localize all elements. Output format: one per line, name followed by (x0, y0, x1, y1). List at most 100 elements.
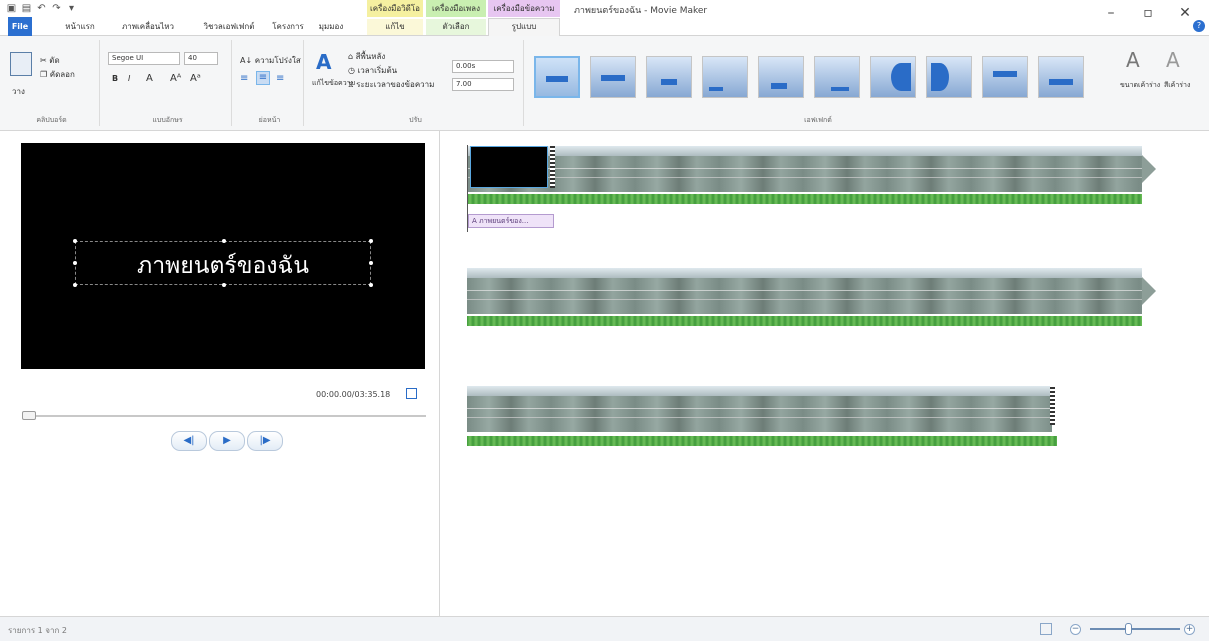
clip-arrow (1142, 277, 1156, 305)
seek-handle[interactable] (22, 411, 36, 420)
title-text-box[interactable]: ภาพยนตร์ของฉัน (73, 239, 373, 287)
group-label-font: แบบอักษร (152, 116, 183, 124)
tab-project[interactable]: โครงการ (271, 19, 305, 35)
context-group-video-tools: เครื่องมือวิดีโอ (367, 0, 423, 17)
effect-thumbnail[interactable] (758, 56, 804, 98)
group-font: Segoe UI 40 B I A Aᴬ Aᵃ แบบอักษร (104, 40, 232, 126)
grow-font-button[interactable]: Aᴬ (170, 73, 181, 84)
music-track[interactable] (467, 436, 1057, 446)
undo-icon[interactable]: ↶ (36, 3, 47, 14)
group-clipboard: วาง ✂ ตัด ❐ คัดลอก คลิปบอร์ด (4, 40, 100, 126)
title-clip-frame[interactable] (470, 146, 548, 188)
app-icon[interactable]: ▣ (6, 3, 17, 14)
effect-thumbnail[interactable] (926, 56, 972, 98)
copy-button[interactable]: ❐ คัดลอก (40, 68, 75, 81)
group-adjust: A แก้ไขข้อความ ⌂ สีพื้นหลัง ◷ เวลาเริ่มต… (308, 40, 524, 126)
window-title: ภาพยนตร์ของฉัน - Movie Maker (574, 6, 708, 16)
outline-color-icon[interactable]: A (1166, 48, 1180, 72)
zoom-out-button[interactable]: − (1070, 624, 1081, 635)
storyboard (441, 131, 1209, 616)
zoom-slider[interactable] (1090, 628, 1180, 630)
title-caption-clip[interactable]: A ภาพยนตร์ของ... (468, 214, 554, 228)
video-preview[interactable]: ภาพยนตร์ของฉัน (21, 143, 425, 369)
transparency-label: ความโปร่งใส (254, 56, 301, 65)
video-clip[interactable] (467, 146, 1142, 192)
previous-frame-button[interactable]: ◀| (171, 431, 207, 451)
group-label-effects: เอฟเฟกต์ (804, 116, 832, 124)
group-label-paragraph: ย่อหน้า (258, 116, 281, 124)
tab-view[interactable]: มุมมอง (317, 19, 345, 35)
effect-thumbnail[interactable] (870, 56, 916, 98)
paste-button-label[interactable]: วาง (12, 85, 25, 98)
clip-end-marker (1050, 385, 1055, 425)
tab-edit-video[interactable]: แก้ไข (367, 19, 423, 35)
text-duration-button[interactable]: ⧖ ระยะเวลาของข้อความ (348, 78, 434, 91)
group-label-adjust: ปรับ (409, 116, 422, 124)
group-label-clipboard: คลิปบอร์ด (36, 116, 67, 124)
context-group-music-tools: เครื่องมือเพลง (426, 0, 486, 17)
italic-button[interactable]: I (128, 74, 130, 83)
music-track[interactable] (467, 194, 1142, 204)
context-group-text-tools: เครื่องมือข้อความ (488, 0, 560, 17)
effect-thumbnail[interactable] (702, 56, 748, 98)
background-color-button[interactable]: ⌂ สีพื้นหลัง (348, 50, 385, 63)
fullscreen-icon[interactable] (406, 388, 417, 399)
outline-color-button[interactable]: สีเค้าร่าง (1164, 80, 1190, 91)
storyboard-view-icon[interactable] (1040, 623, 1052, 635)
customize-icon[interactable]: ▾ (66, 3, 77, 14)
help-icon[interactable]: ? (1193, 20, 1205, 32)
effect-thumbnail[interactable] (1038, 56, 1084, 98)
start-time-input[interactable]: 0.00s (452, 60, 514, 73)
quick-access-toolbar: ▣ ▤ ↶ ↷ ▾ (6, 2, 77, 14)
outline-size-icon[interactable]: A (1126, 48, 1140, 72)
title-overlay-text[interactable]: ภาพยนตร์ของฉัน (76, 248, 370, 284)
shrink-font-button[interactable]: Aᵃ (190, 73, 201, 84)
video-clip[interactable] (467, 386, 1052, 432)
effect-thumbnail[interactable] (814, 56, 860, 98)
text-duration-input[interactable]: 7.00 (452, 78, 514, 91)
edit-text-icon[interactable]: A (316, 50, 331, 74)
start-time-button[interactable]: ◷ เวลาเริ่มต้น (348, 64, 397, 77)
status-text: รายการ 1 จาก 2 (8, 626, 67, 635)
clip-arrow (1142, 155, 1156, 183)
status-bar: รายการ 1 จาก 2 − + (0, 616, 1209, 641)
transparency-button[interactable]: A↓ ความโปร่งใส (240, 54, 301, 67)
tab-options-music[interactable]: ตัวเลือก (426, 19, 486, 35)
effect-thumbnail[interactable] (982, 56, 1028, 98)
align-center-button[interactable]: ≡ (256, 71, 270, 85)
play-button[interactable]: ▶ (209, 431, 245, 451)
music-track[interactable] (467, 316, 1142, 326)
zoom-in-button[interactable]: + (1184, 624, 1195, 635)
cut-button[interactable]: ✂ ตัด (40, 54, 60, 67)
align-left-button[interactable]: ≡ (240, 73, 248, 84)
font-color-button[interactable]: A (146, 73, 153, 84)
zoom-handle[interactable] (1125, 623, 1132, 635)
outline-size-button[interactable]: ขนาดเค้าร่าง (1120, 80, 1160, 91)
timecode: 00:00.00/03:35.18 (316, 390, 391, 399)
bold-button[interactable]: B (112, 74, 118, 83)
copy-label: คัดลอก (49, 70, 75, 79)
save-icon[interactable]: ▤ (21, 3, 32, 14)
group-outline: A ขนาดเค้าร่าง A สีเค้าร่าง (1112, 40, 1206, 126)
tab-format-text[interactable]: รูปแบบ (488, 18, 560, 36)
align-right-button[interactable]: ≡ (276, 73, 284, 84)
tab-visual-effects[interactable]: วิชวลเอฟเฟกต์ (198, 19, 260, 35)
paste-icon[interactable] (10, 52, 32, 76)
effect-thumbnail[interactable] (534, 56, 580, 98)
ribbon-tabs: File หน้าแรก ภาพเคลื่อนไหว วิชวลเอฟเฟกต์… (0, 17, 1209, 36)
effect-thumbnail[interactable] (590, 56, 636, 98)
tab-animations[interactable]: ภาพเคลื่อนไหว (117, 19, 179, 35)
seek-bar[interactable] (22, 415, 426, 417)
tab-file[interactable]: File (8, 17, 32, 36)
effect-thumbnail[interactable] (646, 56, 692, 98)
ribbon: วาง ✂ ตัด ❐ คัดลอก คลิปบอร์ด Segoe UI 40… (0, 36, 1209, 131)
font-name-select[interactable]: Segoe UI (108, 52, 180, 65)
tab-home[interactable]: หน้าแรก (62, 19, 98, 35)
font-size-select[interactable]: 40 (184, 52, 218, 65)
redo-icon[interactable]: ↷ (51, 3, 62, 14)
group-effects: เอฟเฟกต์ (528, 40, 1108, 126)
next-frame-button[interactable]: |▶ (247, 431, 283, 451)
preview-panel: ภาพยนตร์ของฉัน 00:00.00/03:35.18 ◀| ▶ |▶ (0, 131, 440, 616)
bg-color-label: สีพื้นหลัง (355, 52, 386, 61)
video-clip[interactable] (467, 268, 1142, 314)
